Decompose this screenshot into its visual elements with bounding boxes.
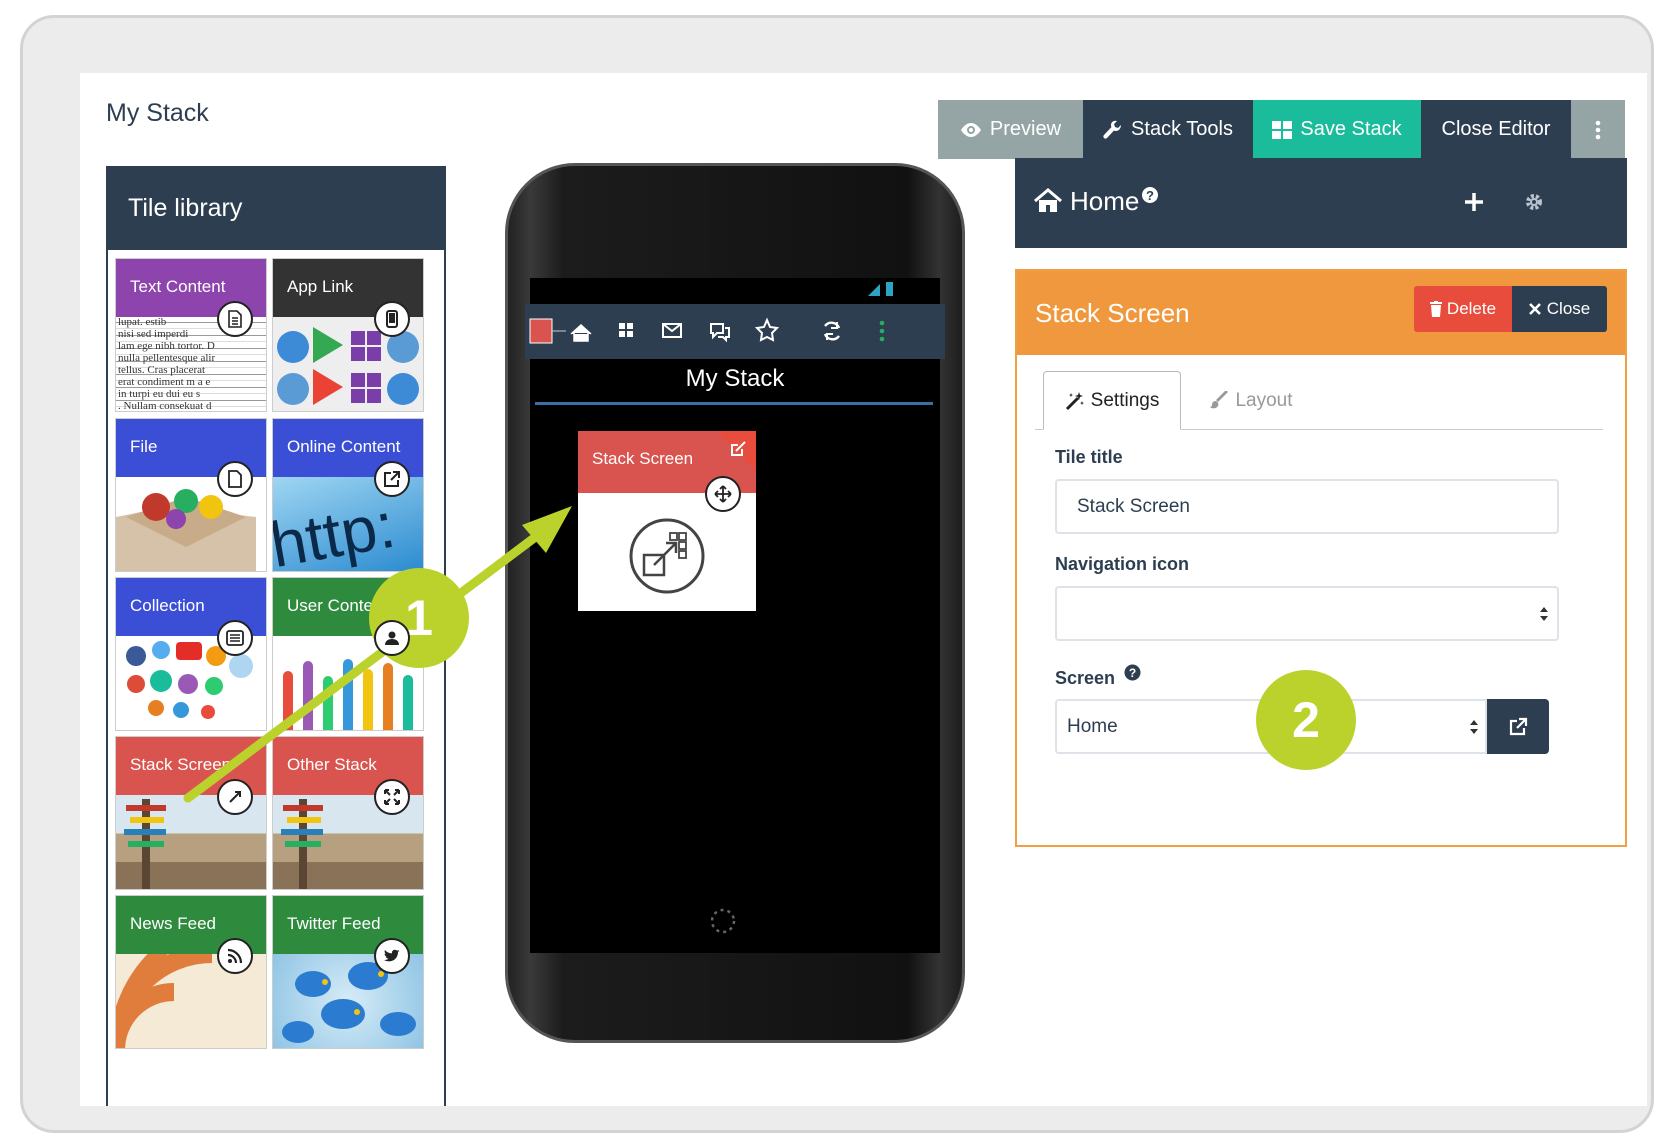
- navigation-icon-select[interactable]: [1055, 586, 1559, 641]
- external-link-icon: [1509, 717, 1528, 735]
- tile-title-value: Stack Screen: [1077, 495, 1190, 517]
- tile-online-content[interactable]: Online Content http:: [272, 418, 424, 572]
- close-label: Close: [1546, 299, 1591, 318]
- svg-text:http:: http:: [273, 489, 400, 572]
- tab-layout-label: Layout: [1235, 389, 1293, 411]
- external-link-icon: [374, 461, 410, 497]
- stack-tools-label: Stack Tools: [1131, 118, 1233, 140]
- twitter-icon: [374, 938, 410, 974]
- svg-text:lupat. estib: lupat. estib: [118, 317, 167, 328]
- trash-icon: [1429, 301, 1442, 317]
- phone-stack-screen-tile[interactable]: Stack Screen: [578, 431, 756, 611]
- gear-icon[interactable]: [1523, 191, 1545, 213]
- close-editor-label: Close Editor: [1441, 118, 1551, 140]
- mobile-icon: [374, 301, 410, 337]
- save-stack-label: Save Stack: [1300, 118, 1402, 140]
- save-stack-button[interactable]: Save Stack: [1253, 100, 1421, 159]
- svg-text:tellus. Cras placerat: tellus. Cras placerat: [118, 364, 205, 376]
- tile-app-link[interactable]: App Link: [272, 258, 424, 412]
- select-arrows-icon: [1540, 607, 1548, 621]
- editor-screen: My Stack Preview Stack Tools Save Stack …: [80, 73, 1647, 1106]
- file-icon: [217, 461, 253, 497]
- vertical-dots-icon: [1595, 120, 1601, 139]
- stack-tools-button[interactable]: Stack Tools: [1083, 100, 1253, 159]
- tile-file[interactable]: File: [115, 418, 267, 572]
- tile-other-stack[interactable]: Other Stack: [272, 736, 424, 890]
- screen-select-value: Home: [1067, 715, 1118, 737]
- page-title: My Stack: [106, 99, 209, 127]
- svg-text:in turpi eu dui eu s: in turpi eu dui eu s: [118, 388, 200, 400]
- stack-screen-panel-header: Stack Screen Delete Close: [1017, 271, 1625, 355]
- svg-text:. Nullam consekuat d: . Nullam consekuat d: [118, 400, 212, 412]
- wrench-icon: [1103, 120, 1122, 139]
- svg-text:nulla pellentesque alir: nulla pellentesque alir: [118, 352, 215, 364]
- tab-settings[interactable]: Settings: [1043, 371, 1181, 430]
- tile-library-title: Tile library: [128, 193, 243, 222]
- expand-icon: [374, 779, 410, 815]
- screen-header-title: Home: [1070, 186, 1140, 216]
- eye-icon: [960, 122, 981, 137]
- tab-layout[interactable]: Layout: [1191, 371, 1311, 430]
- help-icon[interactable]: ?: [1141, 186, 1159, 204]
- svg-text:erat condiment m a e: erat condiment m a e: [118, 376, 210, 388]
- loading-spinner-icon: [710, 908, 736, 934]
- screen-header-bar: Home ?: [1015, 158, 1627, 248]
- tile-stack-screen[interactable]: Stack Screen: [115, 736, 267, 890]
- home-icon: [1034, 188, 1062, 212]
- phone-preview: My Stack Stack Screen: [505, 163, 965, 1043]
- svg-text:?: ?: [1129, 666, 1136, 680]
- callout-2-number: 2: [1292, 692, 1320, 748]
- screen-label: Screen: [1055, 668, 1116, 688]
- editor-toolbar: Preview Stack Tools Save Stack Close Edi…: [938, 100, 1625, 159]
- svg-text:?: ?: [1146, 188, 1154, 203]
- help-icon[interactable]: ?: [1124, 664, 1141, 681]
- phone-status-bar: [530, 278, 940, 300]
- phone-title-divider: [535, 402, 933, 405]
- magic-wand-icon: [1065, 391, 1084, 410]
- tile-title-label: Tile title: [1055, 447, 1123, 467]
- list-icon: [217, 620, 253, 656]
- screenshot-frame: My Stack Preview Stack Tools Save Stack …: [20, 15, 1654, 1133]
- user-icon: [374, 620, 410, 656]
- add-icon[interactable]: [1463, 191, 1485, 213]
- phone-nav-bar: [525, 304, 945, 359]
- open-screen-button[interactable]: [1487, 699, 1549, 754]
- delete-label: Delete: [1446, 299, 1497, 318]
- tile-news-feed[interactable]: News Feed: [115, 895, 267, 1049]
- edit-corner-icon: [716, 431, 756, 471]
- stack-screen-icon: [629, 518, 705, 594]
- tile-twitter-feed[interactable]: Twitter Feed: [272, 895, 424, 1049]
- rss-icon: [217, 938, 253, 974]
- preview-button[interactable]: Preview: [938, 100, 1083, 159]
- grid-icon: [1272, 120, 1293, 139]
- tile-library: Tile library Text Content lupat. estib ni…: [106, 166, 446, 1106]
- navigation-icon-label: Navigation icon: [1055, 554, 1190, 574]
- svg-text:lam ege nibh tortor. D: lam ege nibh tortor. D: [118, 340, 215, 352]
- preview-label: Preview: [989, 118, 1062, 140]
- link-icon: [217, 779, 253, 815]
- callout-2: 2: [1256, 670, 1356, 770]
- tile-collection[interactable]: Collection: [115, 577, 267, 731]
- phone-screen-title: My Stack: [685, 365, 785, 392]
- brush-icon: [1210, 390, 1229, 408]
- close-button[interactable]: Close: [1512, 286, 1607, 332]
- delete-button[interactable]: Delete: [1414, 286, 1512, 332]
- tile-title-input[interactable]: Stack Screen: [1055, 479, 1559, 534]
- select-arrows-icon: [1470, 720, 1478, 734]
- tile-library-header: Tile library: [108, 166, 444, 250]
- close-editor-button[interactable]: Close Editor: [1421, 100, 1571, 159]
- tile-text-content[interactable]: Text Content lupat. estib nisi sed imperd…: [115, 258, 267, 412]
- screen-label-row: Screen ?: [1055, 664, 1141, 689]
- panel-tabs: Settings Layout: [1035, 371, 1603, 430]
- close-icon: [1528, 303, 1541, 315]
- tab-settings-label: Settings: [1090, 389, 1160, 411]
- move-icon[interactable]: [705, 476, 741, 512]
- phone-screen: My Stack Stack Screen: [525, 278, 945, 953]
- stack-screen-panel-title: Stack Screen: [1035, 297, 1190, 328]
- more-options-button[interactable]: [1571, 100, 1625, 159]
- document-icon: [217, 301, 253, 337]
- svg-text:nisi sed imperdi: nisi sed imperdi: [118, 328, 188, 340]
